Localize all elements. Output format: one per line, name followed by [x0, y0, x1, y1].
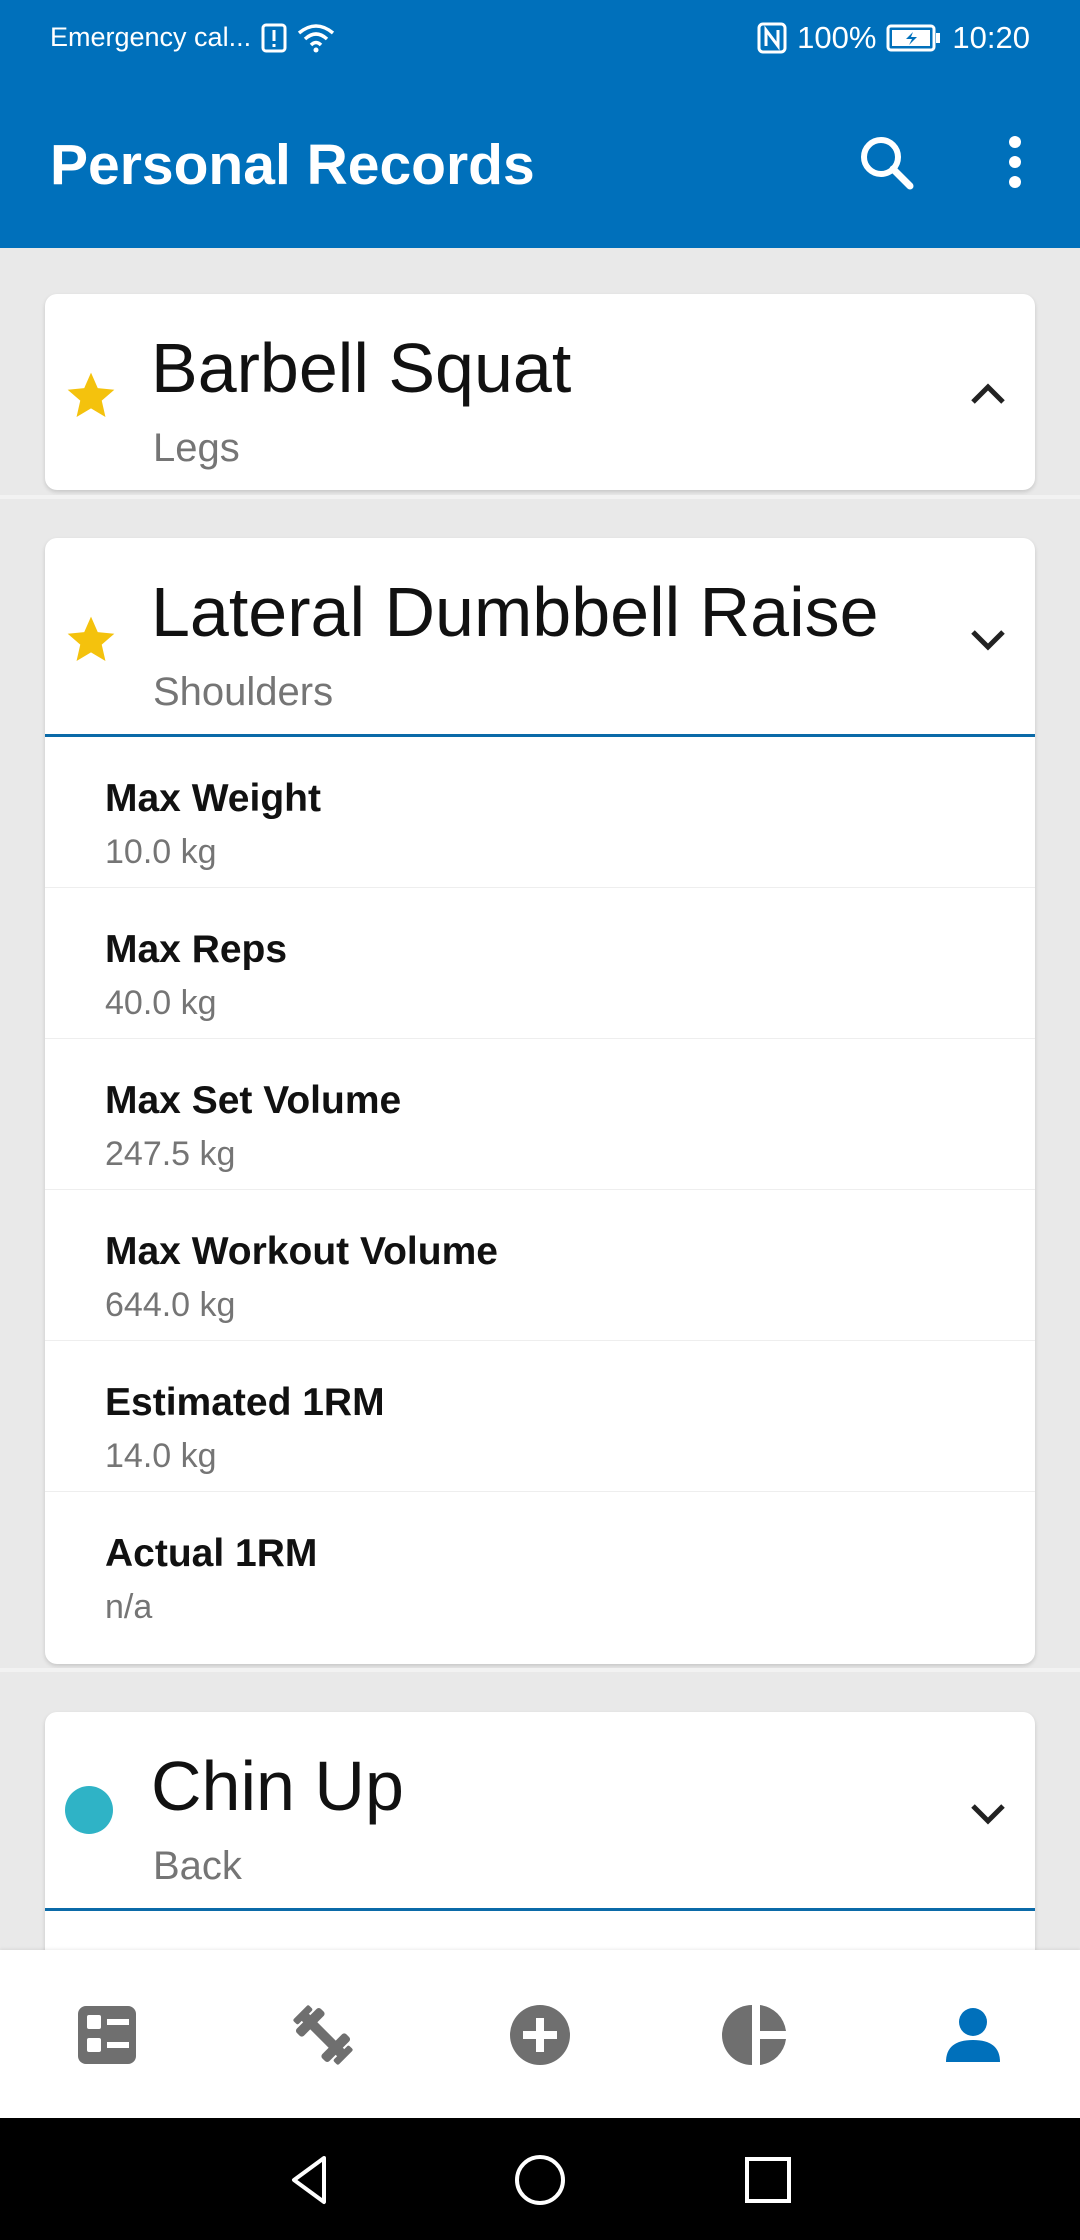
exercise-name: Lateral Dumbbell Raise	[151, 573, 879, 651]
exercise-card-chin-up[interactable]: Chin Up Back	[45, 1712, 1035, 1950]
pie-chart-icon[interactable]	[721, 2000, 791, 2070]
record-actual-1rm: Actual 1RM n/a	[45, 1492, 1035, 1642]
home-icon[interactable]	[510, 2150, 570, 2210]
chevron-down-icon[interactable]	[965, 1790, 1011, 1836]
record-max-workout-volume: Max Workout Volume 644.0 kg	[45, 1190, 1035, 1341]
exercise-category: Legs	[153, 426, 240, 470]
dumbbell-icon[interactable]	[288, 2000, 358, 2070]
app-bar: Personal Records	[0, 80, 1080, 248]
exercise-card-header[interactable]: Barbell Squat Legs	[45, 294, 1035, 490]
record-max-reps: Max Reps 40.0 kg	[45, 888, 1035, 1039]
status-carrier-text: Emergency cal...	[50, 22, 252, 52]
back-icon[interactable]	[280, 2150, 340, 2210]
record-value: 247.5 kg	[105, 1135, 236, 1173]
star-icon	[67, 372, 115, 417]
chevron-down-icon[interactable]	[965, 616, 1011, 662]
system-nav-bar	[0, 2118, 1080, 2240]
exercise-card-barbell-squat[interactable]: Barbell Squat Legs	[45, 294, 1035, 490]
nfc-icon	[757, 22, 787, 54]
status-time: 10:20	[952, 20, 1030, 55]
chevron-up-icon[interactable]	[965, 372, 1011, 418]
section-divider	[0, 1668, 1080, 1672]
search-icon[interactable]	[856, 132, 916, 192]
record-label: Max Weight	[105, 777, 321, 820]
battery-percent: 100%	[797, 20, 877, 55]
record-estimated-1rm: Estimated 1RM 14.0 kg	[45, 1341, 1035, 1492]
record-label: Max Reps	[105, 928, 288, 971]
battery-charging-icon	[886, 24, 941, 52]
record-label: Actual 1RM	[105, 1532, 318, 1575]
dashboard-icon[interactable]	[72, 2000, 142, 2070]
wifi-icon	[297, 23, 335, 52]
record-max-weight: Max Weight 10.0 kg	[45, 737, 1035, 888]
star-icon	[67, 616, 115, 661]
records-list: Barbell Squat Legs Lateral Dumbbell Rais…	[0, 248, 1080, 1950]
recents-icon[interactable]	[738, 2150, 798, 2210]
person-icon[interactable]	[938, 2000, 1008, 2070]
record-value: 14.0 kg	[105, 1437, 217, 1475]
record-list: Max Weight 10.0 kg Max Reps 40.0 kg Max …	[45, 737, 1035, 1642]
status-right: 100% 10:20	[757, 20, 1030, 56]
exercise-category: Shoulders	[153, 670, 334, 714]
exercise-name: Barbell Squat	[151, 329, 572, 407]
status-bar: Emergency cal... 100% 10:20	[0, 0, 1080, 80]
more-vert-icon[interactable]	[990, 132, 1040, 192]
page-title: Personal Records	[50, 133, 535, 197]
exercise-name: Chin Up	[151, 1747, 404, 1825]
record-max-set-volume: Max Set Volume 247.5 kg	[45, 1039, 1035, 1190]
exercise-card-lateral-dumbbell-raise[interactable]: Lateral Dumbbell Raise Shoulders Max Wei…	[45, 538, 1035, 1664]
section-divider	[0, 495, 1080, 499]
exercise-category: Back	[153, 1844, 242, 1888]
muscle-group-dot-icon	[65, 1786, 113, 1834]
sim-alert-icon	[261, 23, 287, 52]
record-label: Max Set Volume	[105, 1079, 402, 1122]
record-value: 10.0 kg	[105, 833, 217, 871]
exercise-card-header[interactable]: Chin Up Back	[45, 1712, 1035, 1911]
add-circle-icon[interactable]	[505, 2000, 575, 2070]
record-value: 644.0 kg	[105, 1286, 236, 1324]
bottom-navigation	[0, 1950, 1080, 2118]
record-value: 40.0 kg	[105, 984, 217, 1022]
record-value: n/a	[105, 1588, 153, 1626]
record-label: Estimated 1RM	[105, 1381, 385, 1424]
status-left: Emergency cal...	[50, 22, 335, 53]
exercise-card-header[interactable]: Lateral Dumbbell Raise Shoulders	[45, 538, 1035, 737]
record-label: Max Workout Volume	[105, 1230, 498, 1273]
